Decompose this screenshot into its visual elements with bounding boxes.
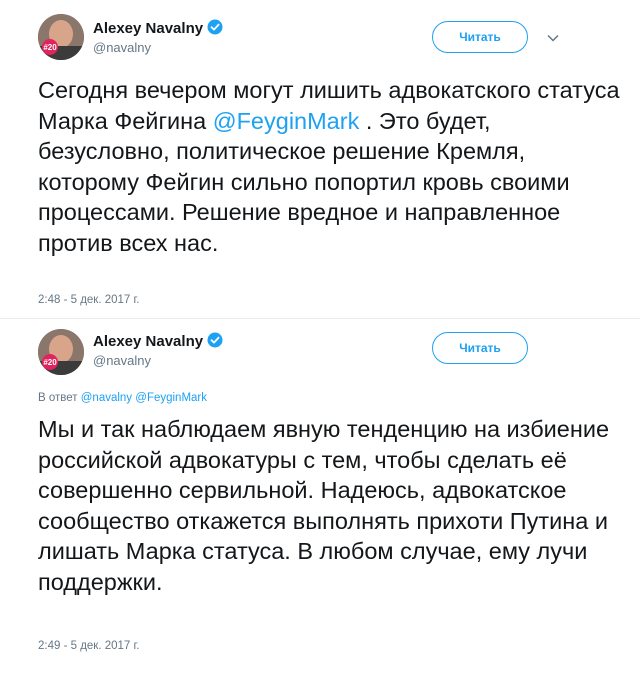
tweet-text: Сегодня вечером могут лишить адвокатског… [38,75,628,258]
reply-mention[interactable]: @navalny [81,392,132,404]
author-name[interactable]: Alexey Navalny [93,332,223,350]
avatar-badge: #20 [43,358,57,367]
author-handle[interactable]: @navalny [93,353,151,368]
follow-button[interactable]: Читать [432,332,528,364]
avatar[interactable]: #20 [38,329,84,375]
reply-mention[interactable]: @FeyginMark [135,392,207,404]
author-handle[interactable]: @navalny [93,40,151,55]
timestamp[interactable]: 2:49 - 5 дек. 2017 г. [38,640,139,652]
tweet-1: #20 Alexey Navalny @navalny Читать Сегод… [0,0,640,318]
author-name[interactable]: Alexey Navalny [93,19,223,37]
author-name-label[interactable]: Alexey Navalny [93,333,203,350]
author-name-label[interactable]: Alexey Navalny [93,20,203,37]
tweet-2: #20 Alexey Navalny @navalny Читать В отв… [0,318,640,684]
follow-button[interactable]: Читать [432,21,528,53]
reply-prefix: В ответ [38,392,78,404]
avatar-badge: #20 [43,43,57,52]
timestamp[interactable]: 2:48 - 5 дек. 2017 г. [38,294,139,306]
verified-badge-icon [207,332,223,348]
chevron-down-icon[interactable] [546,31,560,45]
avatar[interactable]: #20 [38,14,84,60]
mention-link[interactable]: @FeyginMark [213,108,360,134]
tweet-text: Мы и так наблюдаем явную тенденцию на из… [38,416,610,595]
reply-context: В ответ @navalny @FeyginMark [38,392,207,404]
verified-badge-icon [207,19,223,35]
